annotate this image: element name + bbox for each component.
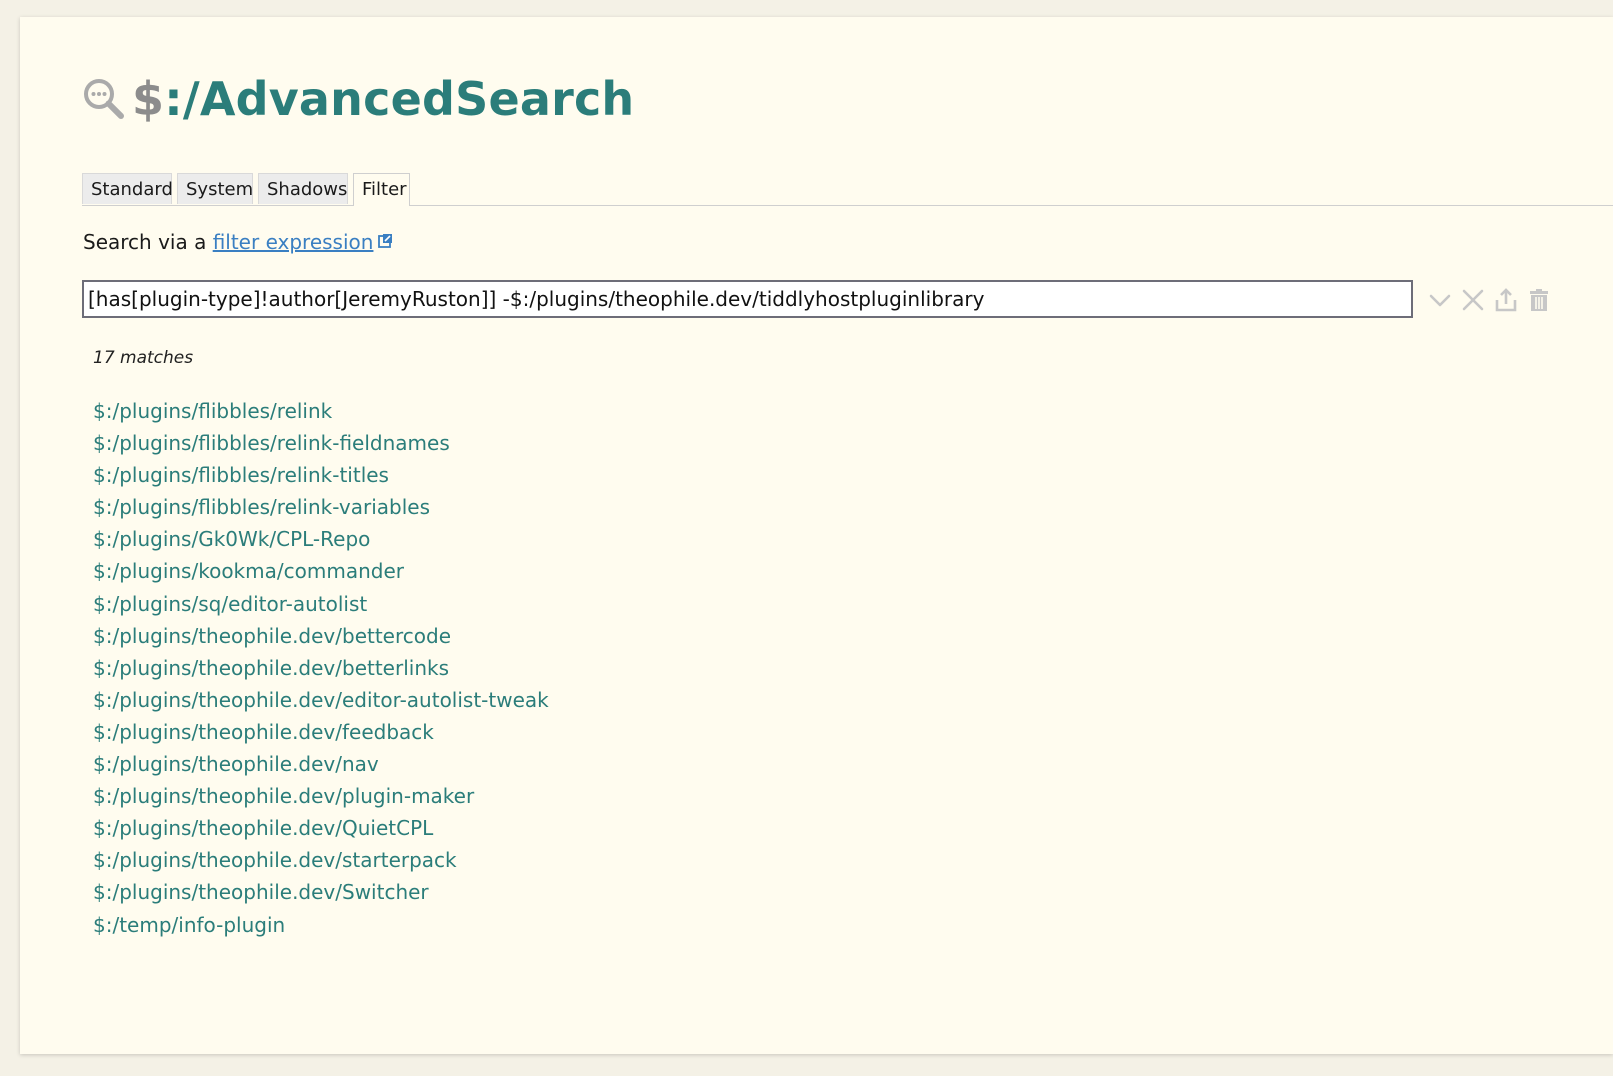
filter-intro-text: Search via a [83,230,213,254]
result-link[interactable]: $:/plugins/flibbles/relink-fieldnames [93,427,549,459]
tab-standard[interactable]: Standard [82,173,173,204]
result-link[interactable]: $:/plugins/theophile.dev/Switcher [93,876,549,908]
result-link[interactable]: $:/plugins/theophile.dev/bettercode [93,620,549,652]
chevron-down-icon[interactable] [1428,288,1452,312]
result-link[interactable]: $:/plugins/flibbles/relink [93,395,549,427]
result-link[interactable]: $:/plugins/theophile.dev/betterlinks [93,652,549,684]
close-icon[interactable] [1461,288,1485,312]
tab-filter[interactable]: Filter [353,173,410,206]
export-icon[interactable] [1494,288,1518,312]
result-link[interactable]: $:/plugins/Gk0Wk/CPL-Repo [93,523,549,555]
delete-icon[interactable] [1527,288,1551,312]
filter-expression-link[interactable]: filter expression [213,230,374,254]
result-link[interactable]: $:/plugins/sq/editor-autolist [93,588,549,620]
tiddler-frame: $:/AdvancedSearch Standard System Shadow… [20,17,1613,1054]
tab-system[interactable]: System [177,173,253,204]
result-link[interactable]: $:/plugins/kookma/commander [93,555,549,587]
result-link[interactable]: $:/plugins/theophile.dev/starterpack [93,844,549,876]
filter-expression-input[interactable] [82,280,1413,318]
tab-shadows[interactable]: Shadows [258,173,348,204]
result-link[interactable]: $:/plugins/theophile.dev/editor-autolist… [93,684,549,716]
result-link[interactable]: $:/plugins/theophile.dev/feedback [93,716,549,748]
search-tabs: Standard System Shadows Filter [82,173,1613,206]
filter-intro: Search via a filter expression [83,229,393,254]
page-title: $:/AdvancedSearch [132,72,635,126]
results-list: $:/plugins/flibbles/relink $:/plugins/fl… [93,395,549,941]
result-link[interactable]: $:/plugins/flibbles/relink-variables [93,491,549,523]
result-link[interactable]: $:/plugins/theophile.dev/nav [93,748,549,780]
result-link[interactable]: $:/plugins/theophile.dev/plugin-maker [93,780,549,812]
match-count: 17 matches [93,348,194,368]
advanced-search-icon [82,77,126,121]
result-link[interactable]: $:/plugins/flibbles/relink-titles [93,459,549,491]
title-row: $:/AdvancedSearch [82,69,634,129]
result-link[interactable]: $:/temp/info-plugin [93,909,549,941]
result-link[interactable]: $:/plugins/theophile.dev/QuietCPL [93,812,549,844]
external-link-icon[interactable] [378,229,393,248]
